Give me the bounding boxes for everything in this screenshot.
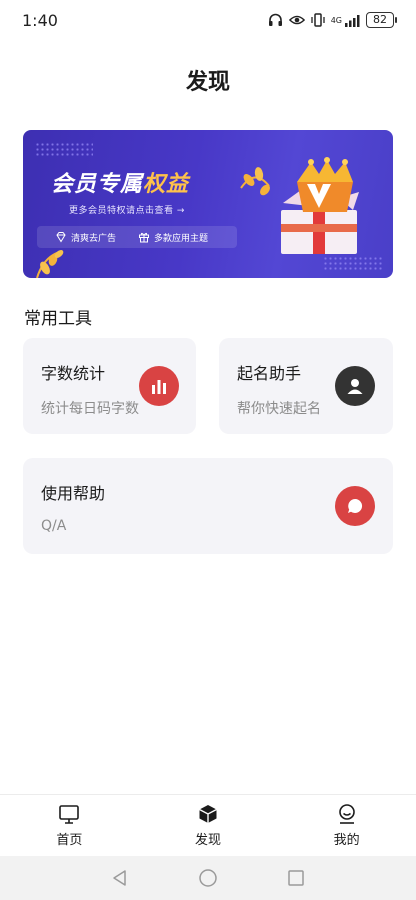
card-description: 帮你快速起名 <box>237 401 321 417</box>
gift-box-crown-illustration <box>240 157 359 254</box>
nav-item-profile[interactable]: 我的 <box>277 795 416 856</box>
banner-perks: 清爽去广告 多款应用主题 <box>37 226 237 248</box>
tool-card-word-count[interactable]: 字数统计 统计每日码字数 <box>23 338 196 434</box>
perk-no-ads: 清爽去广告 <box>55 231 116 244</box>
vibrate-icon <box>310 13 326 27</box>
nav-label: 我的 <box>333 833 360 848</box>
headphones-icon <box>268 13 284 27</box>
cube-icon <box>199 805 217 823</box>
banner-subtitle: 更多会员特权请点击查看 → <box>69 206 185 216</box>
banner-title: 会员专属权益 <box>51 166 189 198</box>
card-title: 字数统计 <box>41 364 106 383</box>
diamond-icon <box>55 231 67 243</box>
nav-label: 发现 <box>195 833 222 848</box>
signal-icon <box>345 13 361 27</box>
banner-title-accent: 权益 <box>143 172 190 197</box>
banner-dot-pattern <box>35 142 93 156</box>
user-icon <box>338 804 355 824</box>
bottom-navigation: 首页 发现 我的 <box>0 794 416 856</box>
recents-square-icon[interactable] <box>286 868 306 888</box>
perk-label: 多款应用主题 <box>154 233 209 244</box>
page-title: 发现 <box>185 70 230 95</box>
card-title: 起名助手 <box>237 364 302 383</box>
banner-dot-pattern <box>323 256 383 272</box>
network-type: 4G <box>330 15 342 25</box>
battery-indicator: 82 <box>366 12 397 28</box>
perk-label: 清爽去广告 <box>71 233 117 244</box>
section-title-common-tools: 常用工具 <box>24 309 92 329</box>
home-circle-icon[interactable] <box>198 868 218 888</box>
nav-label: 首页 <box>56 833 83 848</box>
banner-title-main: 会员专属 <box>51 172 144 197</box>
status-icons: 4G 82 <box>268 12 397 28</box>
tool-card-help[interactable]: 使用帮助 Q/A <box>23 458 393 554</box>
perk-themes: 多款应用主题 <box>138 231 208 244</box>
status-time: 1:40 <box>22 10 58 30</box>
gift-icon <box>138 231 150 243</box>
status-bar: 1:40 4G 82 <box>0 0 416 40</box>
back-triangle-icon[interactable] <box>110 868 130 888</box>
card-title: 使用帮助 <box>41 484 106 503</box>
system-navigation-bar <box>0 856 416 900</box>
card-description: Q/A <box>41 518 67 534</box>
speech-bubble-icon <box>335 486 375 526</box>
nav-item-discover[interactable]: 发现 <box>139 795 278 856</box>
bar-chart-icon <box>139 366 179 406</box>
card-description: 统计每日码字数 <box>41 401 139 417</box>
person-icon <box>335 366 375 406</box>
tool-card-naming-helper[interactable]: 起名助手 帮你快速起名 <box>219 338 393 434</box>
nav-item-home[interactable]: 首页 <box>0 795 139 856</box>
leaf-decoration <box>36 250 64 278</box>
membership-banner[interactable]: 会员专属权益 更多会员特权请点击查看 → 清爽去广告 多款应用主题 <box>23 130 393 278</box>
monitor-icon <box>59 805 80 824</box>
eye-icon <box>288 13 305 27</box>
